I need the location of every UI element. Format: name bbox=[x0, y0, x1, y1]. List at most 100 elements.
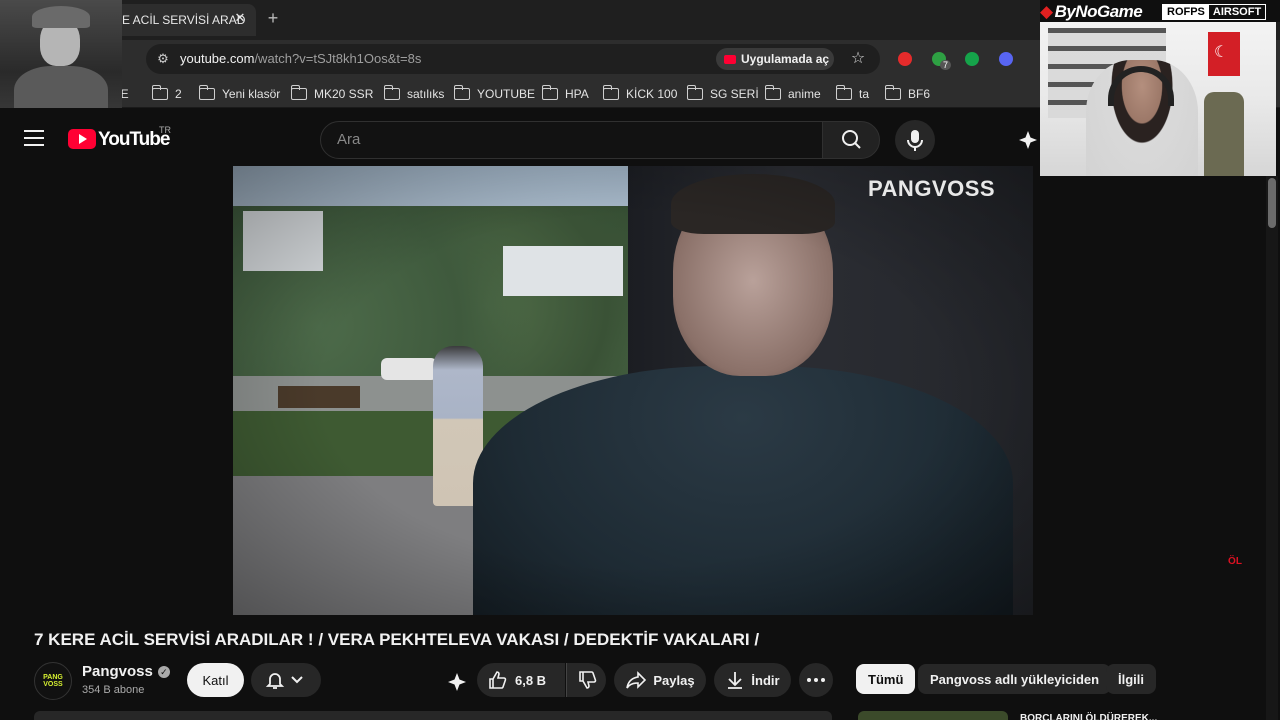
chip-related[interactable]: İlgili bbox=[1106, 664, 1156, 694]
avatar-text-top: PANG bbox=[43, 674, 63, 681]
join-button[interactable]: Katıl bbox=[187, 663, 244, 697]
bookmark-item[interactable]: YOUTUBE bbox=[453, 84, 536, 104]
url-text[interactable]: youtube.com/watch?v=tSJt8kh1Oos&t=8s bbox=[180, 51, 421, 66]
download-button[interactable]: İndir bbox=[714, 663, 791, 697]
bookmark-label: KİCK 100 bbox=[626, 87, 678, 101]
ask-ai-icon[interactable] bbox=[447, 672, 467, 692]
more-horizontal-icon bbox=[807, 678, 825, 682]
search-icon bbox=[842, 130, 861, 149]
like-button[interactable]: 6,8 B bbox=[477, 663, 565, 697]
avatar-text-bottom: VOSS bbox=[43, 681, 63, 688]
discord-icon[interactable] bbox=[999, 52, 1013, 66]
bookmark-star-icon[interactable]: ☆ bbox=[848, 49, 868, 69]
sponsor-brand: ByNoGame bbox=[1040, 2, 1143, 22]
search-input[interactable]: Ara bbox=[320, 121, 824, 159]
bookmark-item[interactable]: KİCK 100 bbox=[602, 84, 678, 104]
share-label: Paylaş bbox=[653, 672, 695, 688]
scrollbar-thumb[interactable] bbox=[1268, 178, 1276, 228]
extension-red-icon[interactable] bbox=[898, 52, 912, 66]
bookmark-label: Yeni klasör bbox=[222, 87, 281, 101]
url-path: /watch?v=tSJt8kh1Oos&t=8s bbox=[254, 51, 422, 66]
sponsor-tag: ROFPS AIRSOFT bbox=[1162, 4, 1267, 20]
thumbs-down-icon bbox=[578, 671, 596, 689]
folder-icon bbox=[835, 85, 852, 100]
channel-bug-icon[interactable]: ÖL bbox=[1220, 556, 1250, 592]
url-host: youtube.com bbox=[180, 51, 255, 66]
sponsor-tag-a: ROFPS bbox=[1163, 5, 1209, 19]
bookmark-label: BF6 bbox=[908, 87, 931, 101]
bookmark-item[interactable]: MK20 SSR bbox=[290, 84, 374, 104]
channel-name-link[interactable]: Pangvoss ✓ bbox=[82, 663, 170, 680]
download-icon bbox=[728, 672, 743, 689]
bookmark-label: ta bbox=[859, 87, 870, 101]
create-icon[interactable] bbox=[1018, 130, 1038, 150]
description-box[interactable] bbox=[34, 711, 832, 720]
site-settings-icon[interactable]: ⚙ bbox=[154, 50, 172, 68]
bookmark-item[interactable]: SG SERİ bbox=[686, 84, 759, 104]
share-button[interactable]: Paylaş bbox=[614, 663, 706, 697]
bookmark-label: satılıks bbox=[407, 87, 445, 101]
subscriber-count: 354 B abone bbox=[82, 684, 145, 696]
country-code: TR bbox=[159, 125, 171, 135]
extension-badge: 7 bbox=[940, 60, 952, 70]
folder-icon bbox=[151, 85, 168, 100]
recommendation-title[interactable]: BORÇLARINI ÖLDÜREREK... bbox=[1020, 711, 1157, 720]
search-button[interactable] bbox=[822, 121, 880, 159]
page-scrollbar[interactable] bbox=[1266, 176, 1278, 720]
bookmark-item[interactable]: HPA bbox=[541, 84, 589, 104]
verified-check-icon: ✓ bbox=[157, 665, 170, 678]
chip-all[interactable]: Tümü bbox=[856, 664, 916, 694]
grammarly-icon[interactable] bbox=[965, 52, 979, 66]
sponsor-tag-b: AIRSOFT bbox=[1212, 6, 1262, 18]
bookmark-label: YOUTUBE bbox=[477, 87, 536, 101]
video-player[interactable] bbox=[233, 166, 1033, 615]
folder-icon bbox=[602, 85, 619, 100]
channel-watermark: PANGVOSS bbox=[868, 176, 996, 201]
webcam-overlay bbox=[1040, 22, 1276, 176]
open-in-app-button[interactable]: Uygulamada aç bbox=[716, 48, 834, 70]
chip-from-uploader[interactable]: Pangvoss adlı yükleyiciden bbox=[918, 664, 1112, 694]
channel-avatar[interactable]: PANG VOSS bbox=[34, 662, 72, 700]
youtube-logo-icon[interactable] bbox=[68, 129, 96, 149]
dislike-button[interactable] bbox=[566, 663, 606, 697]
bookmark-item[interactable]: ta bbox=[835, 84, 870, 104]
bookmark-label: anime bbox=[788, 87, 821, 101]
open-in-app-label: Uygulamada aç bbox=[741, 52, 830, 66]
channel-name: Pangvoss bbox=[82, 663, 153, 680]
close-tab-icon[interactable]: ✕ bbox=[232, 9, 248, 27]
tab-title: E ACİL SERVİSİ ARAD bbox=[122, 13, 246, 27]
portrait-overlay bbox=[0, 0, 122, 120]
bookmark-item[interactable]: BF6 bbox=[884, 84, 931, 104]
bookmark-item[interactable]: anime bbox=[764, 84, 821, 104]
folder-icon bbox=[764, 85, 781, 100]
folder-icon bbox=[541, 85, 558, 100]
download-label: İndir bbox=[751, 672, 780, 688]
turkish-flag-icon bbox=[1208, 32, 1240, 76]
hamburger-menu-icon[interactable] bbox=[24, 130, 44, 146]
chevron-down-icon bbox=[291, 676, 303, 684]
folder-icon bbox=[290, 85, 307, 100]
microphone-icon bbox=[907, 130, 923, 151]
bell-icon bbox=[265, 673, 285, 689]
voice-search-button[interactable] bbox=[895, 120, 935, 160]
bookmark-label: SG SERİ bbox=[710, 87, 759, 101]
new-tab-button[interactable]: + bbox=[264, 8, 282, 28]
bookmark-label: MK20 SSR bbox=[314, 87, 374, 101]
share-icon bbox=[626, 671, 647, 689]
more-actions-button[interactable] bbox=[799, 663, 833, 697]
folder-icon bbox=[884, 85, 901, 100]
thumbs-up-icon bbox=[489, 671, 507, 689]
recommendation-thumbnail[interactable] bbox=[858, 711, 1008, 720]
channel-bug-text: ÖL bbox=[1228, 556, 1242, 567]
bookmark-item[interactable]: 2 bbox=[151, 84, 182, 104]
folder-icon bbox=[686, 85, 703, 100]
subscription-bell-button[interactable] bbox=[251, 663, 321, 697]
youtube-app-icon bbox=[724, 54, 736, 64]
video-title: 7 KERE ACİL SERVİSİ ARADILAR ! / VERA PE… bbox=[34, 630, 760, 649]
bookmark-item[interactable]: satılıks bbox=[383, 84, 445, 104]
folder-icon bbox=[453, 85, 470, 100]
folder-icon bbox=[383, 85, 400, 100]
like-count: 6,8 B bbox=[515, 672, 547, 688]
bookmark-item[interactable]: Yeni klasör bbox=[198, 84, 281, 104]
bookmark-label: 2 bbox=[175, 87, 182, 101]
